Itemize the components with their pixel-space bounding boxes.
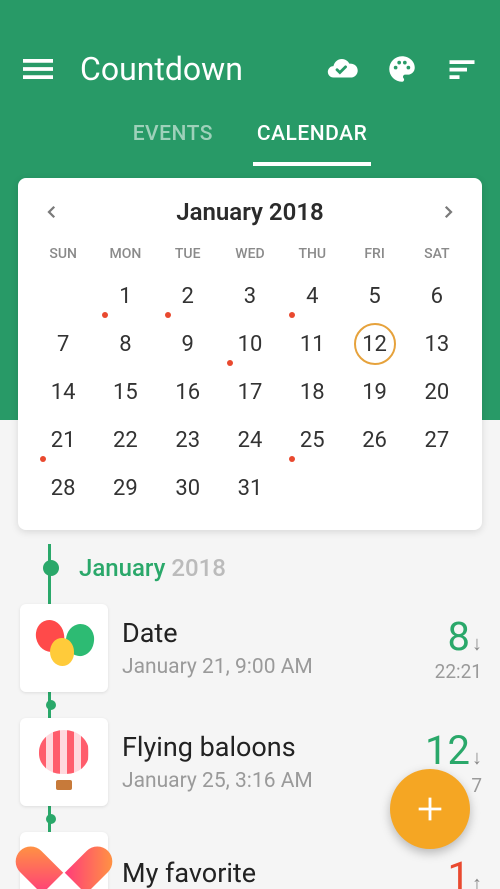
calendar-day[interactable]: 6 xyxy=(406,272,468,320)
event-title: Date xyxy=(122,617,421,649)
calendar-day[interactable]: 29 xyxy=(94,464,156,512)
app-title: Countdown xyxy=(80,50,243,88)
calendar-day[interactable]: 31 xyxy=(219,464,281,512)
calendar-day[interactable]: 16 xyxy=(157,368,219,416)
event-title: My favorite xyxy=(122,857,434,889)
calendar-dow: FRI xyxy=(343,240,405,272)
arrow-down-icon: ↓ xyxy=(472,631,482,656)
event-date: January 21, 9:00 AM xyxy=(122,655,421,679)
add-event-fab[interactable] xyxy=(390,769,470,849)
event-marker xyxy=(289,312,295,318)
calendar-day[interactable]: 9 xyxy=(157,320,219,368)
calendar-dow: THU xyxy=(281,240,343,272)
calendar-day[interactable]: 10 xyxy=(219,320,281,368)
tab-calendar[interactable]: CALENDAR xyxy=(253,116,371,166)
tab-events[interactable]: EVENTS xyxy=(129,116,217,166)
calendar-day[interactable]: 8 xyxy=(94,320,156,368)
calendar-day[interactable]: 21 xyxy=(32,416,94,464)
arrow-down-icon: ↓ xyxy=(472,745,482,770)
event-marker xyxy=(227,360,233,366)
event-countdown: 12↓ xyxy=(425,727,482,774)
calendar-day[interactable]: 20 xyxy=(406,368,468,416)
calendar-day[interactable]: 18 xyxy=(281,368,343,416)
event-marker xyxy=(40,456,46,462)
calendar-card: January 2018 SUNMONTUEWEDTHUFRISAT123456… xyxy=(18,178,482,530)
cloud-done-icon[interactable] xyxy=(324,51,360,87)
timeline-year: 2018 xyxy=(171,554,226,582)
event-title: Flying baloons xyxy=(122,731,411,763)
event-date: January 25, 3:16 AM xyxy=(122,769,411,793)
calendar-month-label: January 2018 xyxy=(176,198,324,226)
sort-icon[interactable] xyxy=(444,51,480,87)
tab-bar: EVENTS CALENDAR xyxy=(0,108,500,166)
calendar-day[interactable]: 7 xyxy=(32,320,94,368)
calendar-grid: SUNMONTUEWEDTHUFRISAT1234567891011121314… xyxy=(32,240,468,512)
calendar-day[interactable]: 24 xyxy=(219,416,281,464)
event-marker xyxy=(165,312,171,318)
arrow-up-icon: ↑ xyxy=(472,871,482,889)
calendar-day[interactable]: 22 xyxy=(94,416,156,464)
calendar-day[interactable]: 19 xyxy=(343,368,405,416)
calendar-day[interactable]: 30 xyxy=(157,464,219,512)
calendar-dow: SUN xyxy=(32,240,94,272)
next-month-button[interactable] xyxy=(436,200,460,224)
balloons-icon xyxy=(34,618,94,678)
calendar-day[interactable]: 2 xyxy=(157,272,219,320)
palette-icon[interactable] xyxy=(384,51,420,87)
calendar-day[interactable]: 14 xyxy=(32,368,94,416)
heart-icon xyxy=(36,848,92,889)
calendar-day[interactable]: 4 xyxy=(281,272,343,320)
calendar-day[interactable]: 27 xyxy=(406,416,468,464)
hot-air-balloon-icon xyxy=(35,730,93,794)
calendar-day[interactable]: 28 xyxy=(32,464,94,512)
calendar-day[interactable]: 1 xyxy=(94,272,156,320)
calendar-day[interactable]: 13 xyxy=(406,320,468,368)
calendar-day[interactable]: 12 xyxy=(343,320,405,368)
event-countdown: 1↑ xyxy=(448,853,482,889)
event-thumbnail xyxy=(20,718,108,806)
calendar-dow: MON xyxy=(94,240,156,272)
event-marker xyxy=(289,456,295,462)
event-time: 22:21 xyxy=(435,660,482,683)
calendar-day[interactable]: 15 xyxy=(94,368,156,416)
menu-icon[interactable] xyxy=(20,51,56,87)
calendar-day[interactable]: 25 xyxy=(281,416,343,464)
event-marker xyxy=(102,312,108,318)
calendar-day[interactable]: 3 xyxy=(219,272,281,320)
event-thumbnail xyxy=(20,604,108,692)
calendar-day[interactable]: 5 xyxy=(343,272,405,320)
calendar-day[interactable]: 11 xyxy=(281,320,343,368)
calendar-day[interactable]: 23 xyxy=(157,416,219,464)
event-thumbnail xyxy=(20,832,108,889)
calendar-day[interactable]: 17 xyxy=(219,368,281,416)
calendar-dow: WED xyxy=(219,240,281,272)
timeline-dot xyxy=(43,560,59,576)
prev-month-button[interactable] xyxy=(40,200,64,224)
calendar-dow: TUE xyxy=(157,240,219,272)
calendar-dow: SAT xyxy=(406,240,468,272)
timeline-month: January xyxy=(79,554,165,582)
event-row[interactable]: Date January 21, 9:00 AM 8↓22:21 xyxy=(18,600,500,696)
event-countdown: 8↓ xyxy=(448,613,482,660)
calendar-day[interactable]: 26 xyxy=(343,416,405,464)
timeline-month-header: January 2018 xyxy=(18,544,500,600)
app-bar: Countdown xyxy=(0,0,500,108)
